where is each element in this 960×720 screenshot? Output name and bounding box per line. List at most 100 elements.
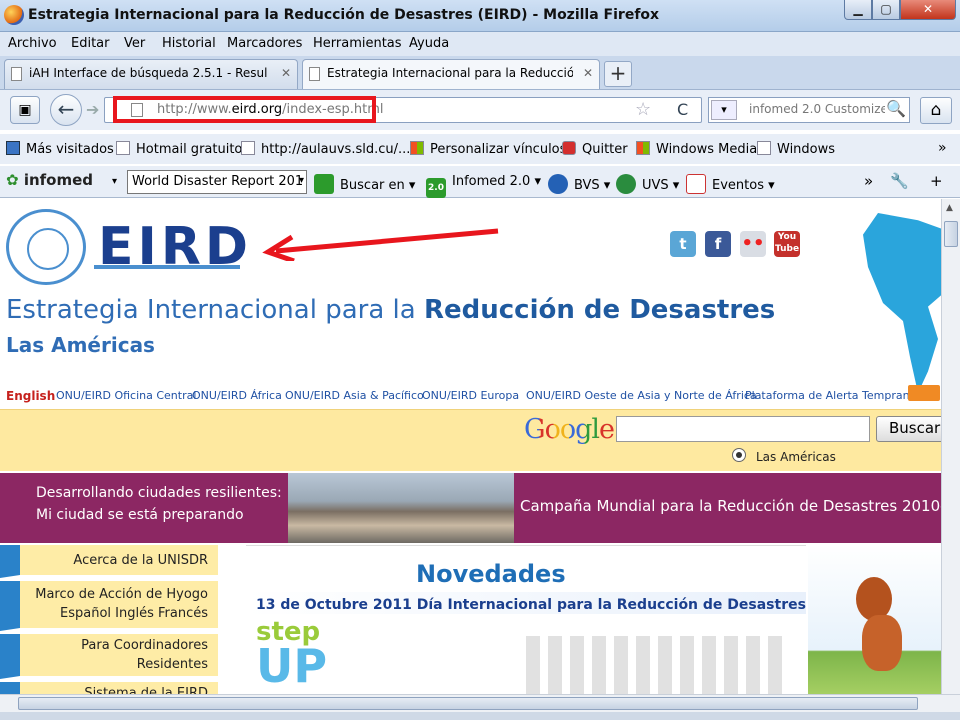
firefox-icon — [4, 5, 24, 25]
menu-archivo[interactable]: Archivo — [8, 36, 57, 51]
menu-editar[interactable]: Editar — [71, 36, 110, 51]
bookmark-star-icon[interactable]: ☆ — [635, 99, 651, 120]
infomed-search-dropdown[interactable]: World Disaster Report 201 ▾ — [127, 170, 307, 194]
nav-acerca-unisdr[interactable]: Acerca de la UNISDR — [0, 545, 218, 578]
nav-marco-hyogo[interactable]: Marco de Acción de Hyogo Español Inglés F… — [0, 581, 218, 631]
news-panel: Novedades 13 de Octubre 2011 Día Interna… — [246, 545, 806, 694]
bookmark-hotmail[interactable]: Hotmail gratuito — [116, 141, 242, 157]
infomed20-icon: 2.0 — [426, 178, 446, 198]
vertical-scrollbar[interactable]: ▲ — [941, 199, 960, 694]
site-subtitle: Las Américas — [6, 333, 155, 357]
facebook-icon[interactable]: f — [705, 231, 731, 257]
search-input[interactable]: infomed 2.0 Customized — [749, 102, 885, 116]
infomed-logo[interactable]: ✿ infomed — [6, 171, 93, 189]
link-africa[interactable]: ONU/EIRD África — [192, 389, 282, 402]
close-window-button[interactable]: ✕ — [900, 0, 956, 20]
tab-label: Estrategia Internacional para la Reducci… — [327, 66, 573, 80]
banner-line1: Desarrollando ciudades resilientes: — [36, 485, 282, 501]
google-search-button[interactable]: Buscar — [876, 416, 941, 442]
menu-ayuda[interactable]: Ayuda — [409, 36, 449, 51]
window-title: Estrategia Internacional para la Reducci… — [28, 7, 660, 23]
reload-icon[interactable]: C — [677, 100, 688, 119]
home-button[interactable]: ⌂ — [920, 97, 952, 124]
search-box[interactable]: ▾ infomed 2.0 Customized 🔍 — [708, 97, 910, 123]
kids-silhouettes-graphic — [526, 636, 786, 694]
horizontal-scroll-thumb[interactable] — [18, 697, 918, 710]
bookmarks-overflow-button[interactable]: » — [938, 140, 947, 156]
web-page: EIRD t f •• You Tube Estrategia Internac… — [0, 199, 941, 694]
ant-body — [862, 615, 902, 671]
toolbar-overflow-button[interactable]: » — [864, 172, 873, 190]
rss-icon[interactable] — [908, 385, 940, 401]
search-engine-icon[interactable]: ▾ — [711, 100, 737, 120]
infomed20-button[interactable]: 2.0 Infomed 2.0 ▾ — [426, 174, 541, 198]
menu-herramientas[interactable]: Herramientas — [313, 36, 402, 51]
bookmark-windows-media[interactable]: Windows Media — [636, 141, 757, 157]
city-photo — [288, 473, 514, 543]
close-tab-icon[interactable]: ✕ — [281, 66, 291, 80]
tab-bar: iAH Interface de búsqueda 2.5.1 - Result… — [0, 56, 960, 90]
page-icon — [757, 141, 771, 155]
infomed-toolbar: ✿ infomed ▾ World Disaster Report 201 ▾ B… — [0, 166, 960, 198]
ant-mascot-image — [808, 545, 941, 694]
uvs-icon — [616, 174, 636, 194]
eventos-button[interactable]: Eventos ▾ — [686, 174, 775, 194]
page-icon — [11, 67, 22, 81]
url-highlight-annotation — [113, 96, 376, 123]
bookmark-windows[interactable]: Windows — [757, 141, 835, 157]
news-headline[interactable]: 13 de Octubre 2011 Día Internacional par… — [246, 592, 806, 614]
bookmark-personalizar[interactable]: Personalizar vínculos — [410, 141, 566, 157]
link-alerta-temprana[interactable]: Plataforma de Alerta Temprana — [745, 389, 916, 402]
site-title: Estrategia Internacional para la Reducci… — [6, 295, 776, 325]
horizontal-scrollbar[interactable] — [0, 694, 960, 712]
tab-label: iAH Interface de búsqueda 2.5.1 - Result… — [29, 66, 267, 80]
link-english[interactable]: English — [6, 389, 55, 403]
menu-bar: Archivo Editar Ver Historial Marcadores … — [0, 32, 960, 56]
wrench-icon[interactable]: 🔧 — [890, 172, 909, 190]
add-icon[interactable]: + — [930, 172, 943, 190]
tab-iah[interactable]: iAH Interface de búsqueda 2.5.1 - Result… — [4, 59, 298, 89]
menu-marcadores[interactable]: Marcadores — [227, 36, 302, 51]
close-tab-icon[interactable]: ✕ — [583, 66, 593, 80]
bookmark-mas-visitados[interactable]: Más visitados — [6, 141, 114, 157]
window-title-bar: Estrategia Internacional para la Reducci… — [0, 0, 960, 32]
flickr-icon[interactable]: •• — [740, 231, 766, 257]
nav-coordinadores[interactable]: Para Coordinadores Residentes — [0, 634, 218, 679]
folder-icon — [6, 141, 20, 155]
americas-map-graphic — [863, 213, 941, 393]
nav-sistema-eird[interactable]: Sistema de la EIRD — [0, 682, 218, 694]
windows-icon — [410, 141, 424, 155]
un-emblem-logo — [6, 209, 86, 285]
menu-historial[interactable]: Historial — [162, 36, 216, 51]
minimize-button[interactable]: ▁ — [844, 0, 872, 20]
scroll-up-icon[interactable]: ▲ — [946, 203, 953, 213]
forward-button[interactable]: ➔ — [86, 100, 99, 119]
back-button[interactable]: ← — [50, 94, 82, 126]
link-asia-pacifico[interactable]: ONU/EIRD Asia & Pacífico — [285, 389, 424, 402]
bvs-button[interactable]: BVS ▾ — [548, 174, 610, 194]
eird-logo[interactable]: EIRD — [93, 219, 252, 275]
vertical-scroll-thumb[interactable] — [944, 221, 958, 247]
google-search-input[interactable] — [616, 416, 870, 442]
menu-ver[interactable]: Ver — [124, 36, 145, 51]
new-tab-button[interactable]: + — [604, 61, 632, 87]
addons-button[interactable]: ▣ — [10, 96, 40, 124]
arrow-right-icon — [314, 174, 334, 194]
campaign-banner[interactable]: Desarrollando ciudades resilientes: Mi c… — [0, 473, 941, 543]
twitter-icon[interactable]: t — [670, 231, 696, 257]
search-icon[interactable]: 🔍 — [886, 99, 906, 118]
link-europa[interactable]: ONU/EIRD Europa — [422, 389, 519, 402]
page-icon — [309, 67, 320, 81]
link-oficina-central[interactable]: ONU/EIRD Oficina Central — [56, 389, 196, 402]
chevron-down-icon: ▾ — [298, 175, 304, 186]
buscar-en-button[interactable]: Buscar en ▾ — [314, 174, 415, 194]
link-oeste-asia[interactable]: ONU/EIRD Oeste de Asia y Norte de África — [526, 389, 757, 402]
chevron-down-icon[interactable]: ▾ — [112, 176, 117, 187]
uvs-button[interactable]: UVS ▾ — [616, 174, 679, 194]
youtube-icon[interactable]: You Tube — [774, 231, 800, 257]
maximize-button[interactable]: ▢ — [872, 0, 900, 20]
radio-las-americas[interactable] — [732, 448, 746, 462]
bookmark-aulauvs[interactable]: http://aulauvs.sld.cu/... — [241, 141, 410, 157]
bookmark-quitter[interactable]: Quitter — [562, 141, 628, 157]
tab-eird[interactable]: Estrategia Internacional para la Reducci… — [302, 59, 600, 89]
